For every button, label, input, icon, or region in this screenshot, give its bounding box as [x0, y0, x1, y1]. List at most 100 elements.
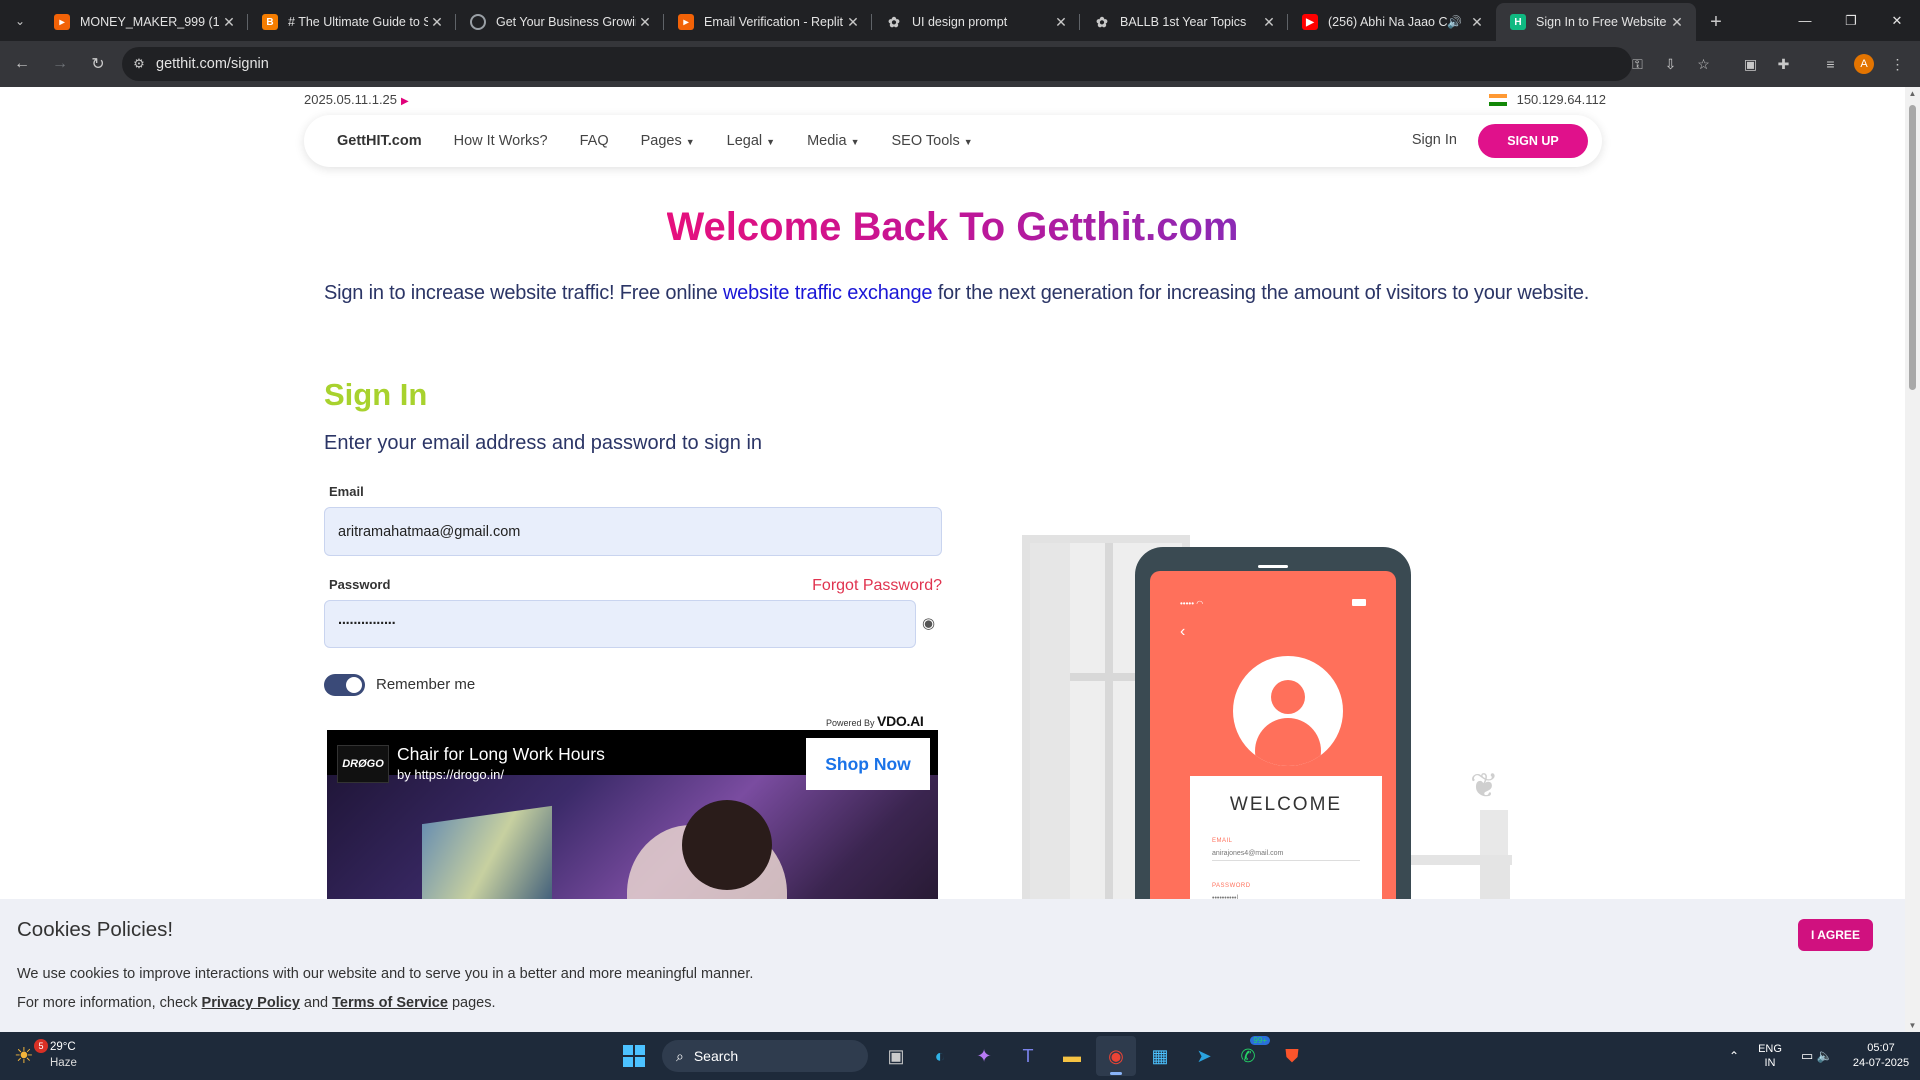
ip-address: 150.129.64.112	[1516, 92, 1606, 107]
close-window-icon[interactable]: ✕	[1874, 0, 1920, 41]
nav-faq[interactable]: FAQ	[580, 133, 609, 149]
teams-icon[interactable]: T	[1008, 1036, 1048, 1076]
nav-seo-tools-dropdown[interactable]: SEO Tools ▼	[892, 133, 973, 149]
remember-me-toggle[interactable]	[324, 674, 365, 696]
copilot-icon[interactable]: ✦	[964, 1036, 1004, 1076]
extension-icon[interactable]: ▣	[1734, 47, 1767, 81]
whatsapp-icon[interactable]: ✆ 99+	[1228, 1036, 1270, 1076]
task-view-icon[interactable]: ▣	[876, 1036, 916, 1076]
restore-icon[interactable]: ❐	[1828, 0, 1874, 41]
speaker-icon[interactable]: 🔊	[1447, 15, 1462, 29]
email-field[interactable]: aritramahatmaa@gmail.com	[324, 507, 942, 556]
toolbar-actions: ⚿ ⇩ ☆ ▣ ✚ ≡ A ⋮	[1621, 47, 1914, 81]
play-icon: ▶	[401, 96, 409, 107]
traffic-exchange-link[interactable]: website traffic exchange	[723, 282, 933, 304]
windows-start-icon[interactable]	[614, 1036, 654, 1076]
phone-mockup: ••••• ◠ ‹ WELCOME EMAIL anirajones4@mail…	[1135, 547, 1411, 961]
install-app-icon[interactable]: ⇩	[1654, 47, 1687, 81]
terms-of-service-link[interactable]: Terms of Service	[332, 995, 448, 1011]
tab-title: Sign In to Free Website Tr	[1536, 15, 1668, 29]
avatar-head	[1271, 680, 1305, 714]
close-icon[interactable]: ✕	[1668, 14, 1686, 31]
brand-logo[interactable]: GettHIT.com	[337, 133, 422, 149]
cookie-text: We use cookies to improve interactions w…	[17, 966, 754, 982]
top-meta-bar: 2025.05.11.1.25 ▶ 150.129.64.112	[304, 92, 1606, 110]
browser-tab-active[interactable]: H Sign In to Free Website Tr ✕	[1496, 3, 1696, 41]
telegram-icon[interactable]: ➤	[1184, 1036, 1224, 1076]
puzzle-icon[interactable]: ✚	[1767, 47, 1800, 81]
search-label: Search	[693, 1048, 739, 1064]
password-field[interactable]: ···············	[324, 600, 916, 648]
sign-in-heading: Sign In	[324, 377, 428, 412]
scroll-up-icon[interactable]: ▲	[1905, 89, 1920, 98]
clock[interactable]: 05:07 24-07-2025	[1842, 1041, 1920, 1071]
chrome-icon[interactable]: ◉	[1096, 1036, 1136, 1076]
profile-avatar[interactable]: A	[1854, 54, 1874, 74]
close-icon[interactable]: ✕	[636, 14, 654, 31]
privacy-policy-link[interactable]: Privacy Policy	[202, 995, 300, 1011]
sign-up-button[interactable]: SIGN UP	[1478, 124, 1588, 158]
browser-tab[interactable]: ▸ Email Verification - Replit ✕	[664, 3, 872, 41]
network-volume-icon[interactable]: ▭ 🔈	[1792, 1048, 1842, 1064]
bookmark-star-icon[interactable]: ☆	[1687, 47, 1720, 81]
close-icon[interactable]: ✕	[1052, 14, 1070, 31]
ad-advertiser[interactable]: by https://drogo.in/	[397, 767, 504, 782]
browser-tab[interactable]: B # The Ultimate Guide to S ✕	[248, 3, 456, 41]
email-label: Email	[329, 484, 364, 499]
site-info-icon[interactable]: ⚙	[122, 56, 156, 72]
page-title-text: Welcome Back To Getthit.com	[666, 205, 1239, 249]
nav-legal-label: Legal	[726, 133, 763, 149]
language-indicator[interactable]: ENG IN	[1748, 1042, 1792, 1070]
chevron-up-icon[interactable]: ⌃	[1720, 1049, 1748, 1063]
media-control-icon[interactable]: ≡	[1814, 47, 1847, 81]
browser-tab[interactable]: ✿ UI design prompt ✕	[872, 3, 1080, 41]
new-tab-icon[interactable]: +	[1696, 3, 1736, 41]
nav-sign-in-link[interactable]: Sign In	[1412, 132, 1457, 148]
weather-desc: Haze	[50, 1057, 77, 1069]
scroll-down-icon[interactable]: ▼	[1905, 1021, 1920, 1030]
tab-search-icon[interactable]: ⌄	[0, 0, 40, 41]
close-icon[interactable]: ✕	[844, 14, 862, 31]
nav-how-it-works[interactable]: How It Works?	[454, 133, 548, 149]
menu-kebab-icon[interactable]: ⋮	[1881, 47, 1914, 81]
hero-sub-text: for the next generation for increasing t…	[932, 282, 1590, 304]
chevron-down-icon: ▼	[766, 137, 776, 147]
close-icon[interactable]: ✕	[1468, 14, 1486, 31]
globe-icon	[470, 14, 486, 30]
clock-date: 24-07-2025	[1852, 1057, 1910, 1069]
edge-icon[interactable]: ◐	[920, 1036, 960, 1076]
powered-by-text: Powered By	[826, 718, 875, 728]
ad-title[interactable]: Chair for Long Work Hours	[397, 744, 605, 765]
address-bar[interactable]: ⚙ getthit.com/signin	[122, 47, 1632, 81]
forward-icon[interactable]: →	[42, 46, 78, 82]
page-scrollbar[interactable]: ▲ ▼	[1905, 87, 1920, 1032]
vase	[1480, 810, 1508, 855]
reload-icon[interactable]: ↻	[80, 46, 116, 82]
cookie-title: Cookies Policies!	[17, 918, 174, 941]
file-explorer-icon[interactable]: ▬	[1052, 1036, 1092, 1076]
nav-media-dropdown[interactable]: Media ▼	[807, 133, 859, 149]
store-icon[interactable]: ▦	[1140, 1036, 1180, 1076]
taskbar-search[interactable]: ⌕ Search	[662, 1040, 868, 1072]
brave-icon[interactable]: ⛊	[1272, 1036, 1312, 1076]
ad-scene-person	[682, 800, 772, 890]
back-icon[interactable]: ←	[4, 46, 40, 82]
minimize-icon[interactable]: —	[1782, 0, 1828, 41]
shop-now-button[interactable]: Shop Now	[806, 738, 930, 790]
browser-tab[interactable]: ▶ (256) Abhi Na Jaao Cl 🔊 ✕	[1288, 3, 1496, 41]
show-password-eye-icon[interactable]: ◉	[922, 614, 935, 632]
password-key-icon[interactable]: ⚿	[1621, 47, 1654, 81]
nav-pages-dropdown[interactable]: Pages ▼	[641, 133, 695, 149]
browser-tab[interactable]: Get Your Business Growin ✕	[456, 3, 664, 41]
close-icon[interactable]: ✕	[220, 14, 238, 31]
scrollbar-thumb[interactable]	[1909, 105, 1916, 390]
close-icon[interactable]: ✕	[428, 14, 446, 31]
browser-tab[interactable]: ✿ BALLB 1st Year Topics ✕	[1080, 3, 1288, 41]
weather-widget[interactable]: ☀ 5 29°C Haze	[14, 1039, 134, 1073]
nav-legal-dropdown[interactable]: Legal ▼	[727, 133, 775, 149]
browser-tab[interactable]: ▸ MONEY_MAKER_999 (1) - ✕	[40, 3, 248, 41]
close-icon[interactable]: ✕	[1260, 14, 1278, 31]
weather-temp: 29°C	[50, 1041, 76, 1053]
i-agree-button[interactable]: I AGREE	[1798, 919, 1873, 951]
forgot-password-link[interactable]: Forgot Password?	[812, 577, 942, 595]
